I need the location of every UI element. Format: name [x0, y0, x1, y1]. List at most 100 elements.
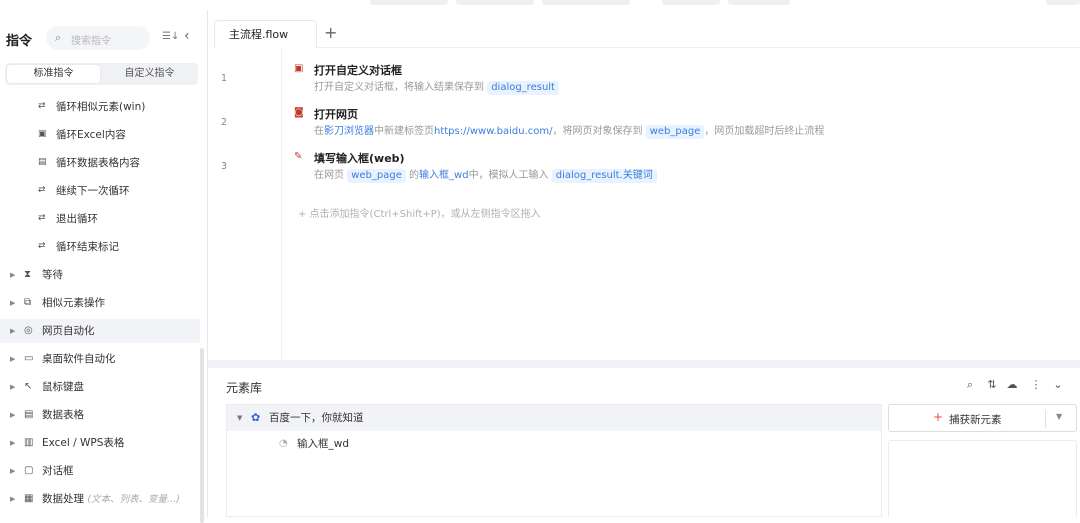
- command-sidebar: 指令 ⌕ 搜索指令 ☰↓ ‹ 标准指令 自定义指令 ⇄ 循环相似元素(win) …: [0, 10, 208, 523]
- input-field-icon: ✎: [294, 151, 303, 162]
- step-title: 打开网页: [314, 108, 358, 121]
- category-mouse-keyboard[interactable]: ▶ ↖ 鼠标键盘: [0, 375, 200, 399]
- command-label: 循环结束标记: [56, 241, 119, 253]
- category-web-automation[interactable]: ▶ ◎ 网页自动化: [0, 319, 200, 343]
- element-group[interactable]: ▼ ✿ 百度一下，你就知道: [227, 405, 881, 431]
- hourglass-icon: ⧗: [24, 269, 32, 280]
- category-excel[interactable]: ▶ ▥ Excel / WPS表格: [0, 431, 200, 455]
- category-label: 鼠标键盘: [42, 381, 84, 393]
- step-title: 打开自定义对话框: [314, 64, 402, 77]
- expand-arrow-icon: ▶: [10, 411, 16, 419]
- category-label: 对话框: [42, 465, 74, 477]
- browser-link[interactable]: 影刀浏览器: [324, 126, 374, 137]
- search-icon: ⌕: [55, 31, 62, 44]
- add-command-hint[interactable]: + 点击添加指令(Ctrl+Shift+P)，或从左侧指令区拖入: [298, 205, 541, 220]
- command-label: 循环相似元素(win): [56, 101, 146, 113]
- step-description: 在网页 web_page 的输入框_wd中，模拟人工输入 dialog_resu…: [314, 166, 657, 183]
- line-number: 1: [221, 73, 228, 84]
- expand-arrow-icon: ▶: [10, 355, 16, 363]
- collapse-panel-icon[interactable]: ⌄: [1052, 378, 1064, 391]
- collapse-arrow-icon: ▼: [237, 414, 243, 422]
- excel-loop-icon: ▣: [38, 129, 47, 139]
- category-similar-elements[interactable]: ▶ ⧉ 相似元素操作: [0, 291, 200, 315]
- toolbar-button[interactable]: [456, 0, 534, 5]
- loop-icon: ⇄: [38, 101, 46, 111]
- element-library: 元素库 ⌕ ⇅ ☁ ⋮ ⌄ ▼ ✿ 百度一下，你就知道 ◔ 输入框_wd + 捕…: [214, 368, 1080, 517]
- category-dialog[interactable]: ▶ ▢ 对话框: [0, 459, 200, 483]
- line-gutter: 1 2 3: [214, 48, 282, 360]
- plus-icon: +: [933, 410, 944, 424]
- search-input[interactable]: ⌕ 搜索指令: [46, 26, 150, 50]
- element-library-toolbar: ⌕ ⇅ ☁ ⋮ ⌄: [964, 378, 1074, 392]
- variable-tag[interactable]: dialog_result: [487, 81, 559, 95]
- similar-elements-icon: ⧉: [24, 297, 32, 308]
- table-loop-icon: ▤: [38, 157, 47, 167]
- more-icon[interactable]: ⋮: [1030, 378, 1042, 391]
- element-tree: ▼ ✿ 百度一下，你就知道 ◔ 输入框_wd: [226, 404, 882, 517]
- category-label: 等待: [42, 269, 63, 281]
- element-icon: ◔: [279, 438, 288, 449]
- panel-divider[interactable]: [208, 360, 1080, 368]
- upload-icon[interactable]: ☁: [1006, 378, 1018, 391]
- toolbar-button[interactable]: [1046, 0, 1080, 5]
- continue-icon: ⇄: [38, 185, 46, 195]
- expand-arrow-icon: ▶: [10, 271, 16, 279]
- step-title: 填写输入框(web): [314, 152, 405, 165]
- capture-new-element-button[interactable]: + 捕获新元素 ▼: [888, 404, 1077, 432]
- sort-icon[interactable]: ☰↓: [162, 31, 179, 42]
- step-description: 在影刀浏览器中新建标签页https://www.baidu.com/，将网页对象…: [314, 125, 825, 139]
- dialog-icon: ▣: [294, 63, 304, 74]
- toolbar-button[interactable]: [542, 0, 630, 5]
- element-group-label: 百度一下，你就知道: [269, 412, 364, 424]
- element-item[interactable]: ◔ 输入框_wd: [227, 431, 881, 457]
- expand-arrow-icon: ▶: [10, 299, 16, 307]
- monitor-icon: ▭: [24, 353, 34, 364]
- element-link[interactable]: 输入框_wd: [419, 170, 469, 181]
- expand-arrow-icon: ▶: [10, 383, 16, 391]
- category-label: Excel / WPS表格: [42, 437, 125, 449]
- sidebar-scrollbar[interactable]: [200, 348, 204, 523]
- command-label: 循环Excel内容: [56, 129, 126, 141]
- variable-tag[interactable]: web_page: [645, 125, 705, 139]
- toolbar-button[interactable]: [728, 0, 790, 5]
- browser-icon: ◙: [294, 107, 304, 118]
- chrome-icon: ◎: [24, 325, 33, 336]
- capture-button-label: 捕获新元素: [949, 414, 1002, 426]
- sidebar-header: 指令 ⌕ 搜索指令 ☰↓ ‹: [0, 26, 208, 52]
- expand-arrow-icon: ▶: [10, 467, 16, 475]
- line-number: 2: [221, 117, 228, 128]
- category-label: 数据表格: [42, 409, 84, 421]
- element-item-label: 输入框_wd: [297, 438, 350, 450]
- category-label: 相似元素操作: [42, 297, 105, 309]
- category-wait[interactable]: ▶ ⧗ 等待: [0, 263, 200, 287]
- category-desktop-automation[interactable]: ▶ ▭ 桌面软件自动化: [0, 347, 200, 371]
- dropdown-icon[interactable]: ▼: [1056, 412, 1062, 421]
- variable-tag[interactable]: web_page: [347, 169, 406, 183]
- flow-editor: 1 2 3 ▣ 打开自定义对话框 打开自定义对话框，将输入结果保存到 dialo…: [214, 48, 1080, 360]
- sort-icon[interactable]: ⇅: [986, 378, 998, 391]
- cursor-icon: ↖: [24, 381, 33, 392]
- search-icon[interactable]: ⌕: [964, 378, 976, 392]
- category-label: 数据处理 (文本、列表、变量...): [42, 493, 180, 505]
- search-placeholder: 搜索指令: [71, 36, 111, 47]
- loop-end-icon: ⇄: [38, 241, 46, 251]
- top-toolbar: [0, 0, 1080, 10]
- category-label: 网页自动化: [42, 325, 95, 337]
- add-tab-icon[interactable]: +: [324, 23, 337, 42]
- tab-custom-commands[interactable]: 自定义指令: [103, 65, 196, 83]
- baidu-icon: ✿: [251, 411, 261, 424]
- toolbar-button[interactable]: [370, 0, 448, 5]
- sidebar-title: 指令: [6, 34, 33, 49]
- category-data-processing[interactable]: ▶ ▦ 数据处理 (文本、列表、变量...): [0, 487, 200, 511]
- category-data-table[interactable]: ▶ ▤ 数据表格: [0, 403, 200, 427]
- tab-main-flow[interactable]: 主流程.flow: [214, 20, 317, 48]
- command-label: 继续下一次循环: [56, 185, 130, 197]
- toolbar-button[interactable]: [662, 0, 720, 5]
- tab-standard-commands[interactable]: 标准指令: [7, 65, 100, 83]
- element-library-title: 元素库: [226, 381, 263, 395]
- category-label: 桌面软件自动化: [42, 353, 116, 365]
- url-link[interactable]: https://www.baidu.com/: [434, 126, 553, 137]
- collapse-icon[interactable]: ‹: [184, 28, 190, 44]
- expand-arrow-icon: ▶: [10, 439, 16, 447]
- variable-tag[interactable]: dialog_result.关键词: [551, 169, 657, 183]
